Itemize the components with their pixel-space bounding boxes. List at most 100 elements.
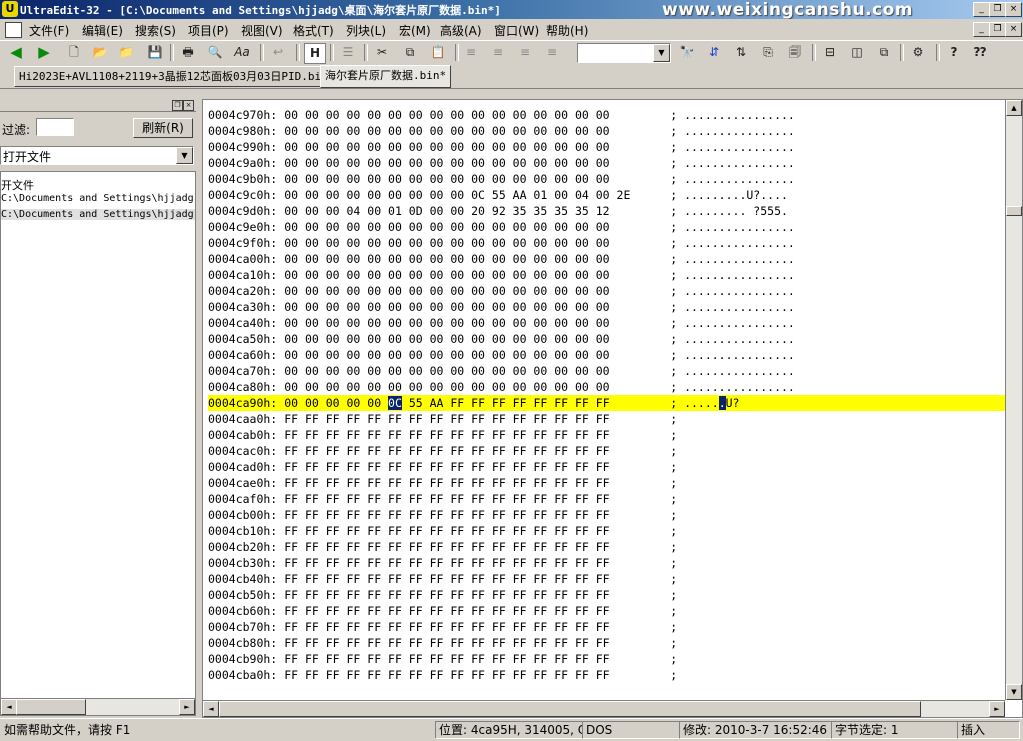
hex-address: 0004c9e0h:	[208, 220, 278, 234]
menu-project[interactable]: 项目(P)	[188, 22, 229, 39]
print-icon[interactable]: 🖶	[178, 43, 198, 62]
scroll-up-icon[interactable]: ▲	[1006, 100, 1022, 116]
hex-separator: ;	[670, 444, 678, 458]
back-arrow-icon[interactable]: ◀	[6, 43, 26, 62]
horizontal-scrollbar[interactable]: ◄ ►	[203, 700, 1005, 717]
selected-byte[interactable]: 0C	[388, 396, 402, 410]
hex-address: 0004c990h:	[208, 140, 278, 154]
split-vertical-icon[interactable]: ◫	[847, 43, 867, 62]
column-mode-icon[interactable]: ☰	[338, 43, 358, 62]
open-recent-icon[interactable]: 📁	[116, 43, 136, 62]
menu-view[interactable]: 视图(V)	[241, 22, 283, 39]
hex-separator: ;	[670, 540, 678, 554]
menu-window[interactable]: 窗口(W)	[494, 22, 539, 39]
hex-address: 0004ca50h:	[208, 332, 278, 346]
hex-separator: ;	[670, 124, 678, 138]
hex-separator: ;	[670, 348, 678, 362]
hex-mode-button[interactable]: H	[304, 43, 326, 64]
menu-help[interactable]: 帮助(H)	[546, 22, 588, 39]
chevron-down-icon[interactable]: ▼	[176, 147, 193, 164]
copy-icon[interactable]: ⧉	[400, 43, 420, 62]
open-folder-icon[interactable]: 📂	[90, 43, 110, 62]
hex-separator: ;	[670, 492, 678, 506]
mdi-minimize-button[interactable]: _	[973, 22, 990, 37]
menu-advanced[interactable]: 高级(A)	[440, 22, 482, 39]
hex-address: 0004ca30h:	[208, 300, 278, 314]
ultraedit-app-icon[interactable]: U	[2, 1, 18, 17]
hex-line: 0004cb20h: FF FF FF FF FF FF FF FF FF FF…	[208, 539, 1006, 555]
replace-icon[interactable]: ⎘	[758, 43, 778, 62]
scroll-down-icon[interactable]: ▼	[1006, 684, 1022, 700]
menu-column[interactable]: 列块(L)	[346, 22, 386, 39]
hex-line: 0004c9f0h: 00 00 00 00 00 00 00 00 00 00…	[208, 235, 1006, 251]
tab-pid-bin[interactable]: Hi2023E+AVL1108+2119+3晶振12芯面板03月03日PID.b…	[14, 66, 333, 87]
find-next-icon[interactable]: ⇵	[704, 43, 724, 62]
close-window-button[interactable]: ×	[1005, 2, 1022, 17]
scrollbar-thumb[interactable]	[219, 701, 921, 717]
scroll-left-icon[interactable]: ◄	[1, 699, 17, 715]
find-prev-icon[interactable]: ⇅	[731, 43, 751, 62]
refresh-button[interactable]: 刷新(R)	[133, 118, 193, 138]
scroll-right-icon[interactable]: ►	[989, 701, 1005, 717]
menu-edit[interactable]: 编辑(E)	[82, 22, 123, 39]
tab-haier-bin[interactable]: 海尔套片原厂数据.bin*	[320, 65, 452, 88]
open-files-select[interactable]: 打开文件 ▼	[0, 146, 194, 165]
menu-search[interactable]: 搜索(S)	[135, 22, 176, 39]
hex-address: 0004ca70h:	[208, 364, 278, 378]
mdi-close-button[interactable]: ×	[1005, 22, 1022, 37]
forward-arrow-icon[interactable]: ▶	[34, 43, 54, 62]
hex-ascii: ................	[684, 220, 795, 234]
ascii-before: .....	[684, 396, 719, 410]
hex-separator: ;	[670, 412, 678, 426]
hex-separator: ;	[670, 652, 678, 666]
menu-macro[interactable]: 宏(M)	[399, 22, 431, 39]
hex-line: 0004cb50h: FF FF FF FF FF FF FF FF FF FF…	[208, 587, 1006, 603]
font-icon[interactable]: Aa	[232, 43, 252, 62]
vertical-scrollbar[interactable]: ▲ ▼	[1005, 100, 1022, 700]
new-file-icon[interactable]: 🗋	[64, 43, 84, 62]
panel-close-button[interactable]: ×	[183, 100, 194, 111]
print-preview-icon[interactable]: 🔍	[205, 43, 225, 62]
help-icon[interactable]: ?	[944, 43, 964, 62]
hex-ascii: ................	[684, 268, 795, 282]
hex-separator: ;	[670, 476, 678, 490]
panel-restore-button[interactable]: ❐	[172, 100, 183, 111]
chevron-down-icon[interactable]: ▼	[653, 44, 670, 62]
context-help-icon[interactable]: ⁇	[970, 43, 990, 62]
split-horizontal-icon[interactable]: ⊟	[820, 43, 840, 62]
save-icon[interactable]: 💾	[145, 43, 165, 62]
find-icon[interactable]: 🔭	[677, 43, 697, 62]
document-icon[interactable]	[5, 22, 22, 38]
hex-bytes: 00 00 00 00 00 00 00 00 00 0C 55 AA 01 0…	[284, 188, 631, 202]
align-left-icon[interactable]: ≡	[461, 43, 481, 62]
menu-file[interactable]: 文件(F)	[29, 22, 69, 39]
search-combo[interactable]: ▼	[577, 43, 671, 63]
scrollbar-thumb[interactable]	[16, 699, 86, 715]
scroll-left-icon[interactable]: ◄	[203, 701, 219, 717]
list-item[interactable]: C:\Documents and Settings\hjjadg	[1, 209, 195, 220]
panel-horizontal-scrollbar[interactable]: ◄ ►	[0, 698, 196, 716]
list-item[interactable]: C:\Documents and Settings\hjjadg	[1, 193, 194, 204]
ascii-selected[interactable]: .	[718, 396, 726, 410]
find-in-files-icon[interactable]: 🗐	[785, 43, 805, 62]
ftp-icon[interactable]: ⚙	[908, 43, 928, 62]
minimize-window-button[interactable]: _	[973, 2, 990, 17]
filter-input[interactable]	[36, 118, 74, 136]
cascade-windows-icon[interactable]: ⧉	[874, 43, 894, 62]
paste-icon[interactable]: 📋	[428, 43, 448, 62]
hex-line: 0004c9c0h: 00 00 00 00 00 00 00 00 00 0C…	[208, 187, 1006, 203]
hex-ascii: ................	[684, 124, 795, 138]
justify-icon[interactable]: ≡	[542, 43, 562, 62]
hex-separator: ;	[670, 636, 678, 650]
scroll-right-icon[interactable]: ►	[179, 699, 195, 715]
scrollbar-thumb[interactable]	[1006, 206, 1022, 216]
menu-format[interactable]: 格式(T)	[293, 22, 334, 39]
hex-line: 0004ca50h: 00 00 00 00 00 00 00 00 00 00…	[208, 331, 1006, 347]
align-right-icon[interactable]: ≡	[515, 43, 535, 62]
align-center-icon[interactable]: ≡	[488, 43, 508, 62]
restore-window-button[interactable]: ❐	[989, 2, 1006, 17]
cut-icon[interactable]: ✂	[372, 43, 392, 62]
mdi-restore-button[interactable]: ❐	[989, 22, 1006, 37]
word-wrap-icon[interactable]: ↩	[268, 43, 288, 62]
hex-editor[interactable]: 0004c970h: 00 00 00 00 00 00 00 00 00 00…	[202, 99, 1023, 718]
